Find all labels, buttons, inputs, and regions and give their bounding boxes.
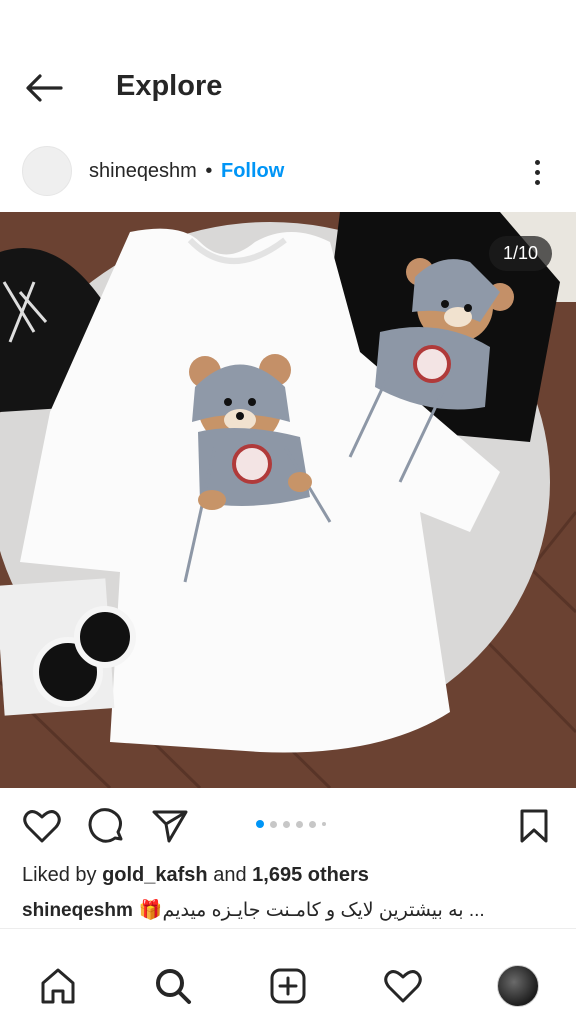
search-icon [156,969,191,1004]
comment-button[interactable] [84,804,128,848]
carousel-indicator [256,820,326,828]
carousel-dot [283,820,290,828]
activity-heart-icon [384,970,422,1003]
nav-search-button[interactable] [149,962,197,1010]
carousel-dot [309,820,316,828]
likes-prefix: Liked by [22,864,97,886]
top-bar: Explore [0,50,576,122]
post-username[interactable]: shineqeshm [89,160,197,182]
home-icon [41,968,75,1004]
user-avatar[interactable] [22,146,72,196]
new-post-icon [270,968,306,1004]
save-button[interactable] [512,804,556,848]
profile-avatar [497,965,539,1007]
comment-icon [88,808,123,843]
post-header: shineqeshm • Follow [0,140,576,204]
arrow-left-icon [26,74,63,102]
carousel-dot [270,820,277,828]
post-image[interactable]: 1/10 [0,212,576,788]
back-button[interactable] [20,68,68,108]
divider [0,928,576,929]
bookmark-icon [520,809,548,843]
nav-new-post-button[interactable] [264,962,312,1010]
more-vertical-icon [534,159,540,165]
likes-others[interactable]: 1,695 others [252,864,369,886]
likes-and: and [213,864,247,886]
liked-by-user[interactable]: gold_kafsh [102,864,208,886]
image-counter: 1/10 [488,236,552,271]
heart-icon [23,810,61,843]
follow-button[interactable]: Follow [221,160,284,182]
carousel-dot [256,820,264,828]
post-caption[interactable]: shineqeshm 🎁به بیشترین لایک و کامـنت جایـ… [22,898,552,922]
like-button[interactable] [20,804,64,848]
photo-tshirts-teddy-bear [0,212,576,788]
more-options-button[interactable] [524,154,550,190]
carousel-dot [322,822,326,826]
share-button[interactable] [148,804,192,848]
page-title: Explore [116,70,223,102]
nav-home-button[interactable] [34,962,82,1010]
caption-username[interactable]: shineqeshm [22,900,133,921]
post-actions [0,800,576,850]
separator-dot: • [205,160,213,182]
nav-activity-button[interactable] [379,962,427,1010]
carousel-dot [296,820,303,828]
bottom-navigation [0,952,576,1024]
post-user-line: shineqeshm • Follow [89,160,284,183]
caption-text: 🎁به بیشترین لایک و کامـنت جایـزه میدیم .… [138,900,485,921]
likes-summary[interactable]: Liked by gold_kafsh and 1,695 others [22,864,369,887]
send-icon [152,810,188,843]
nav-profile-button[interactable] [494,962,542,1010]
